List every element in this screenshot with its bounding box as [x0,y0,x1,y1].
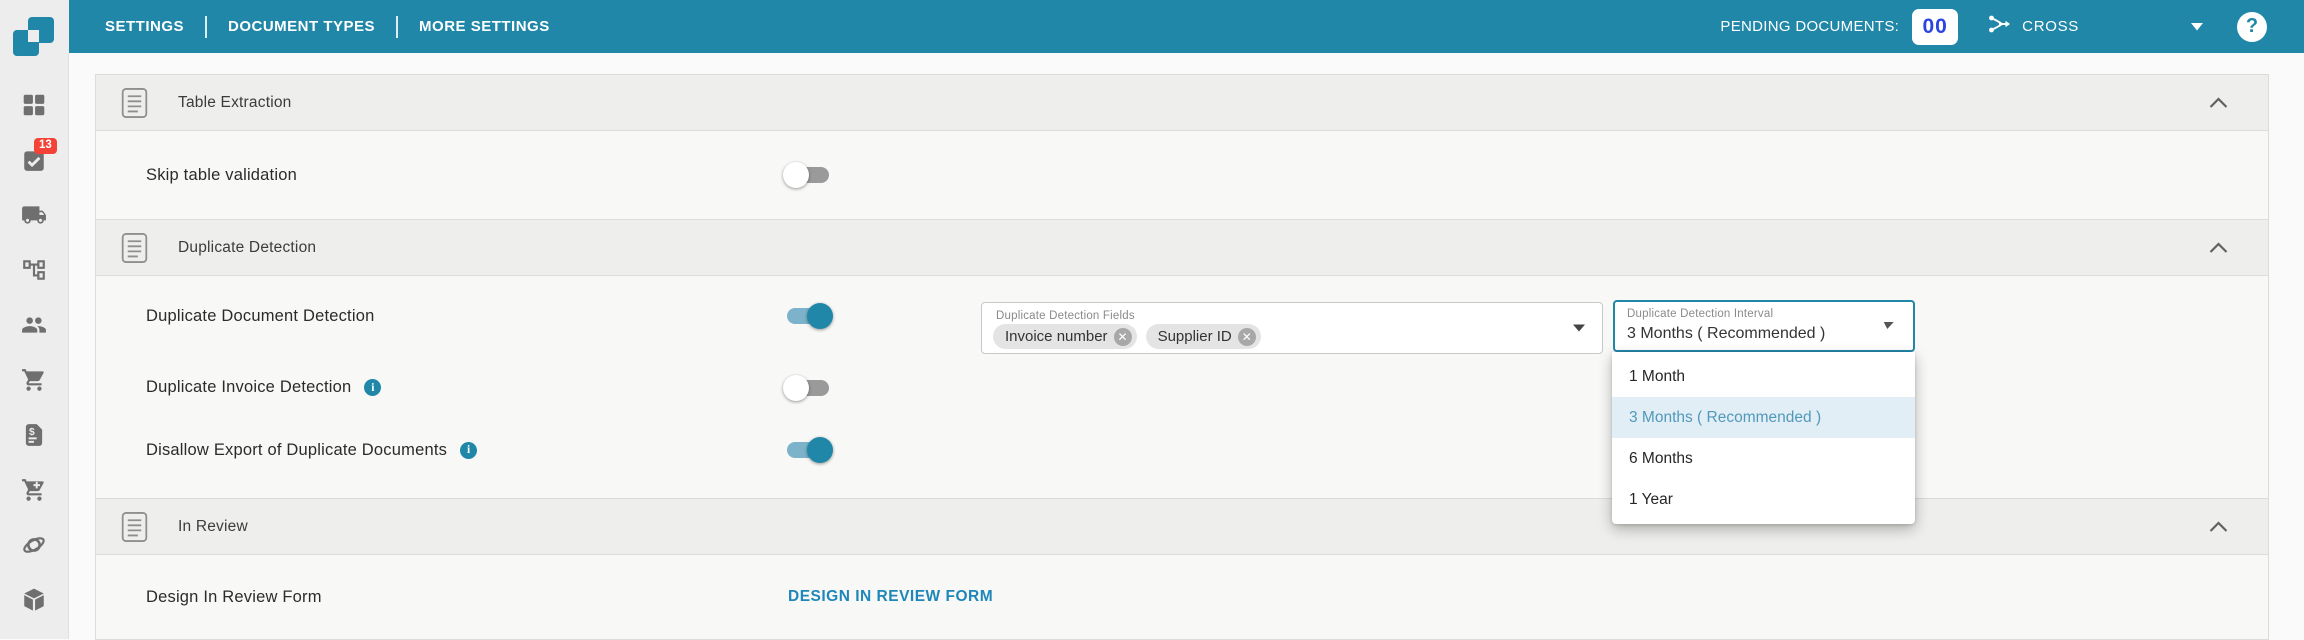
setting-row-skip-table-validation: Skip table validation [96,131,2268,219]
menu-item-1-month[interactable]: 1 Month [1612,356,1915,397]
setting-label: Skip table validation [146,166,297,185]
section-header-table-extraction[interactable]: Table Extraction [96,74,2268,131]
section-header-duplicate-detection[interactable]: Duplicate Detection [96,219,2268,276]
duplicate-detection-fields-input[interactable]: Duplicate Detection Fields Invoice numbe… [981,302,1603,354]
chevron-up-icon[interactable] [2209,97,2228,108]
disallow-export-toggle[interactable] [785,437,831,463]
sidebar-item-deliveries[interactable] [21,202,47,228]
duplicate-document-detection-toggle[interactable] [785,303,831,329]
sidebar-item-purchase-orders[interactable] [21,477,47,503]
nav-settings[interactable]: SETTINGS [105,18,184,35]
info-icon[interactable]: i [364,379,381,396]
section-title: In Review [178,518,248,536]
skip-table-validation-toggle[interactable] [785,162,831,188]
pending-documents-label: PENDING DOCUMENTS: [1720,18,1899,35]
setting-label: Duplicate Invoice Detection [146,378,351,397]
nav-separator [396,16,398,38]
cart-add-icon [21,477,47,503]
setting-label: Disallow Export of Duplicate Documents [146,441,447,460]
field-label: Duplicate Detection Fields [996,310,1135,322]
sidebar-item-dashboard[interactable] [21,92,47,118]
document-icon [121,87,148,119]
svg-text:$: $ [29,427,35,438]
info-icon[interactable]: i [460,442,477,459]
document-icon [121,511,148,543]
dropdown-caret-icon[interactable] [1573,325,1585,332]
menu-item-3-months[interactable]: 3 Months ( Recommended ) [1612,397,1915,438]
settings-card: Table Extraction Skip table validation D… [95,74,2269,640]
menu-item-1-year[interactable]: 1 Year [1612,479,1915,520]
chip-invoice-number[interactable]: Invoice number ✕ [993,324,1137,349]
chip-remove-icon[interactable]: ✕ [1114,328,1132,346]
shopping-cart-icon [21,367,47,393]
setting-label: Design In Review Form [146,588,322,607]
chip-label: Supplier ID [1158,328,1232,345]
setting-row-design-in-review-form: Design In Review Form DESIGN IN REVIEW F… [96,555,2268,639]
selected-field-chips: Invoice number ✕ Supplier ID ✕ [993,324,1261,349]
help-icon[interactable]: ? [2237,12,2267,42]
sidebar-item-orders[interactable] [21,367,47,393]
document-icon [121,232,148,264]
nav-separator [205,16,207,38]
chip-label: Invoice number [1005,328,1108,345]
dropdown-caret-icon [1882,322,1893,329]
app-logo[interactable] [12,16,56,60]
duplicate-invoice-detection-toggle[interactable] [785,375,831,401]
sidebar-item-inventory[interactable] [21,587,47,613]
chip-supplier-id[interactable]: Supplier ID ✕ [1146,324,1261,349]
setting-label: Duplicate Document Detection [146,307,374,326]
nav-more-settings[interactable]: MORE SETTINGS [419,18,550,35]
chip-remove-icon[interactable]: ✕ [1238,328,1256,346]
pending-documents-count: 00 [1912,9,1958,45]
topbar-right: PENDING DOCUMENTS: 00 CROSS ? [1720,9,2304,45]
duplicate-detection-interval-select[interactable]: Duplicate Detection Interval 3 Months ( … [1613,300,1915,352]
chevron-up-icon[interactable] [2209,521,2228,532]
dashboard-grid-icon [21,92,47,118]
design-in-review-form-button[interactable]: DESIGN IN REVIEW FORM [788,588,993,606]
account-dropdown-caret-icon[interactable] [2191,18,2203,36]
users-icon [21,312,47,338]
interval-options-menu: 1 Month 3 Months ( Recommended ) 6 Month… [1612,352,1915,524]
top-bar: SETTINGS DOCUMENT TYPES MORE SETTINGS PE… [69,0,2304,53]
sidebar-item-users[interactable] [21,312,47,338]
account-name[interactable]: CROSS [2022,18,2079,35]
main-nav: SETTINGS DOCUMENT TYPES MORE SETTINGS [69,16,550,38]
section-header-in-review[interactable]: In Review [96,498,2268,555]
field-label: Duplicate Detection Interval [1627,308,1773,320]
section-title: Table Extraction [178,94,291,112]
sidebar-item-integrations[interactable] [21,532,47,558]
selected-value: 3 Months ( Recommended ) [1627,325,1825,343]
invoice-document-icon: $ [21,422,47,448]
package-box-icon [21,587,47,613]
sidebar-item-workflow[interactable] [21,257,47,283]
sidebar-item-tasks[interactable]: 13 [21,147,47,173]
tasks-count-badge: 13 [34,138,57,154]
section-title: Duplicate Detection [178,239,316,257]
app-logo-icon [12,16,56,60]
sidebar: 13 $ [0,53,69,639]
mediation-icon [1986,12,2012,41]
setting-row-disallow-export: Disallow Export of Duplicate Documents i [96,419,2268,481]
truck-icon [21,202,47,228]
menu-item-6-months[interactable]: 6 Months [1612,438,1915,479]
sidebar-item-invoices[interactable]: $ [21,422,47,448]
setting-row-duplicate-invoice-detection: Duplicate Invoice Detection i [96,356,2268,419]
workflow-tree-icon [21,257,47,283]
chevron-up-icon[interactable] [2209,242,2228,253]
nav-document-types[interactable]: DOCUMENT TYPES [228,18,375,35]
orbit-icon [21,532,47,558]
